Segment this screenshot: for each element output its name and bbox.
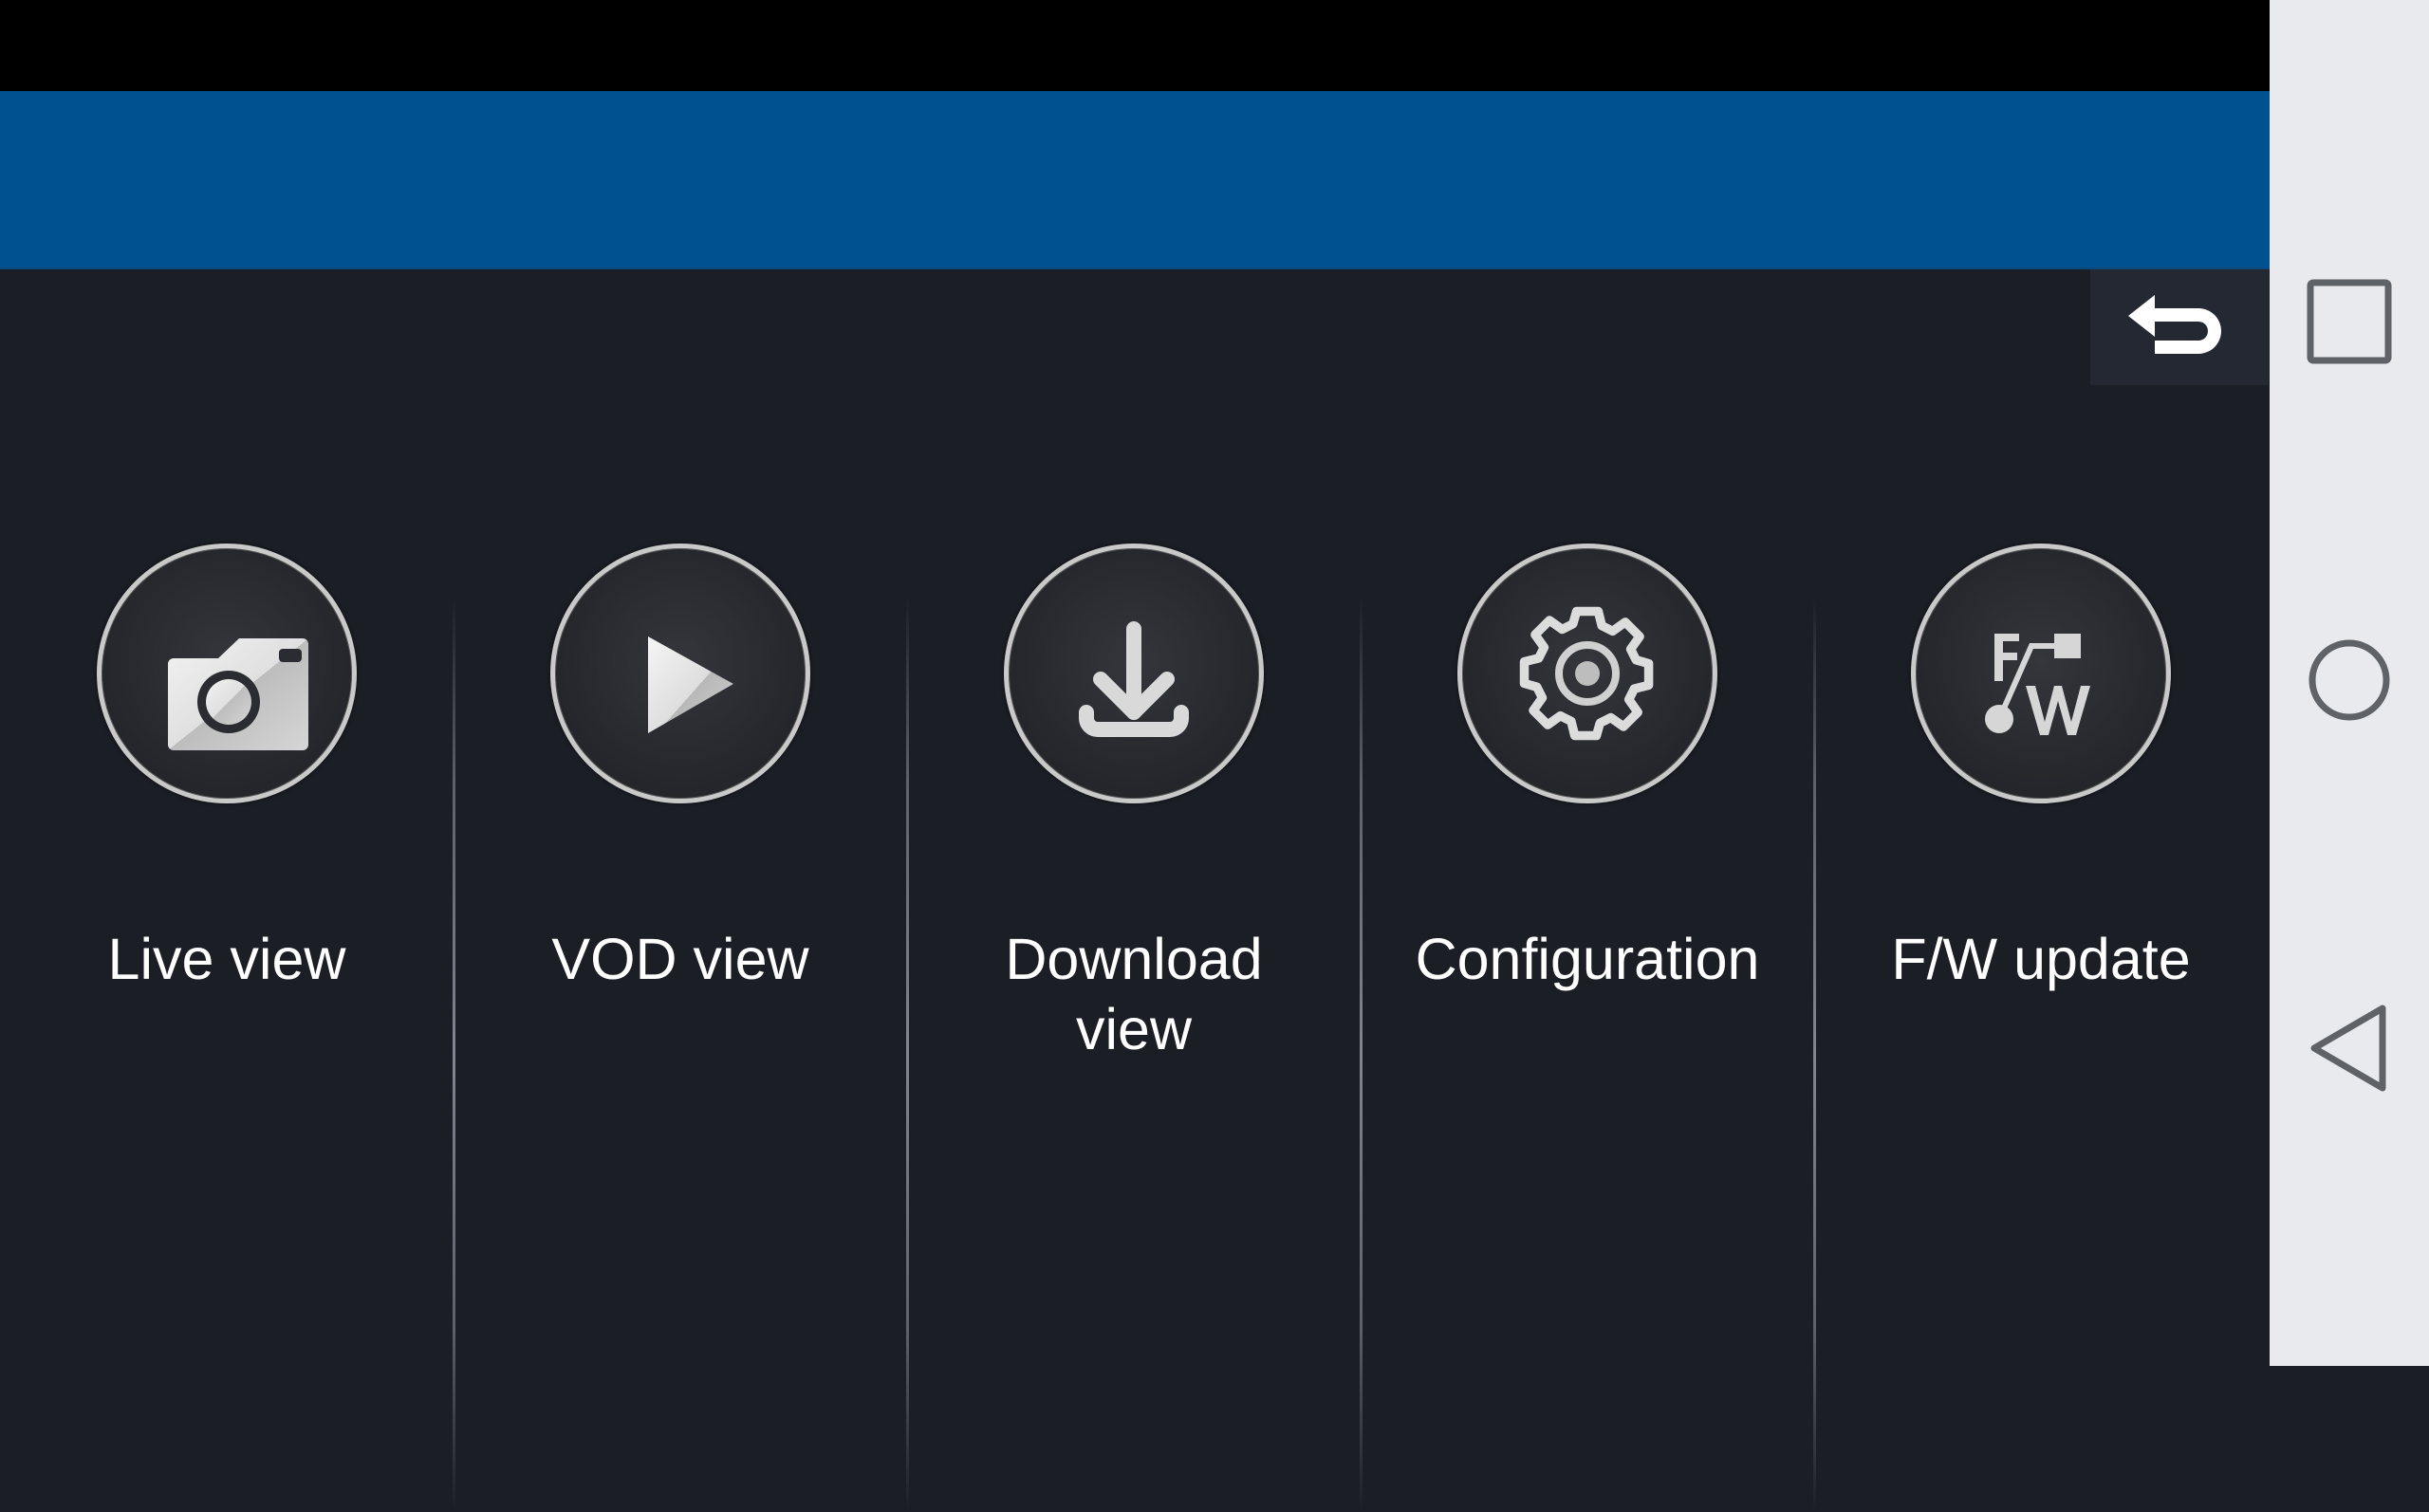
column-divider bbox=[1813, 597, 1816, 1512]
back-triangle-icon bbox=[2310, 1005, 2386, 1092]
app-header bbox=[0, 91, 2270, 269]
configuration-label: Configuration bbox=[1415, 927, 1760, 991]
configuration-button[interactable] bbox=[1457, 544, 1717, 803]
main-menu: Live view VOD view Download view Configu… bbox=[0, 269, 2268, 1512]
return-arrow-icon bbox=[2128, 295, 2221, 354]
live-view-label: Live view bbox=[107, 927, 346, 991]
menu-item-configuration[interactable]: Configuration bbox=[1360, 269, 1814, 1512]
download-view-button[interactable] bbox=[1004, 544, 1264, 803]
back-button[interactable] bbox=[2090, 269, 2269, 385]
recents-button[interactable] bbox=[2270, 255, 2429, 388]
column-divider bbox=[453, 597, 455, 1512]
download-view-label: Download view bbox=[1005, 927, 1263, 1061]
vod-view-button[interactable] bbox=[550, 544, 810, 803]
android-navigation-bar bbox=[2270, 0, 2429, 1366]
recents-square-icon bbox=[2307, 279, 2392, 364]
play-icon bbox=[648, 636, 733, 733]
status-bar bbox=[0, 0, 2270, 91]
nav-back-button[interactable] bbox=[2270, 982, 2429, 1115]
menu-item-fw-update[interactable]: F/W update bbox=[1813, 269, 2268, 1512]
download-icon bbox=[1079, 621, 1189, 737]
fw-update-button[interactable] bbox=[1911, 544, 2171, 803]
firmware-icon bbox=[1985, 634, 2090, 735]
camera-icon bbox=[168, 638, 308, 750]
fw-update-label: F/W update bbox=[1891, 927, 2191, 991]
menu-item-download-view[interactable]: Download view bbox=[906, 269, 1361, 1512]
live-view-button[interactable] bbox=[97, 544, 357, 803]
menu-item-live-view[interactable]: Live view bbox=[0, 269, 454, 1366]
gear-icon bbox=[1519, 606, 1654, 741]
vod-view-label: VOD view bbox=[551, 927, 809, 991]
column-divider bbox=[1360, 597, 1363, 1512]
column-divider bbox=[906, 597, 909, 1512]
home-button[interactable] bbox=[2270, 614, 2429, 747]
menu-item-vod-view[interactable]: VOD view bbox=[453, 269, 907, 1512]
home-circle-icon bbox=[2308, 639, 2390, 721]
